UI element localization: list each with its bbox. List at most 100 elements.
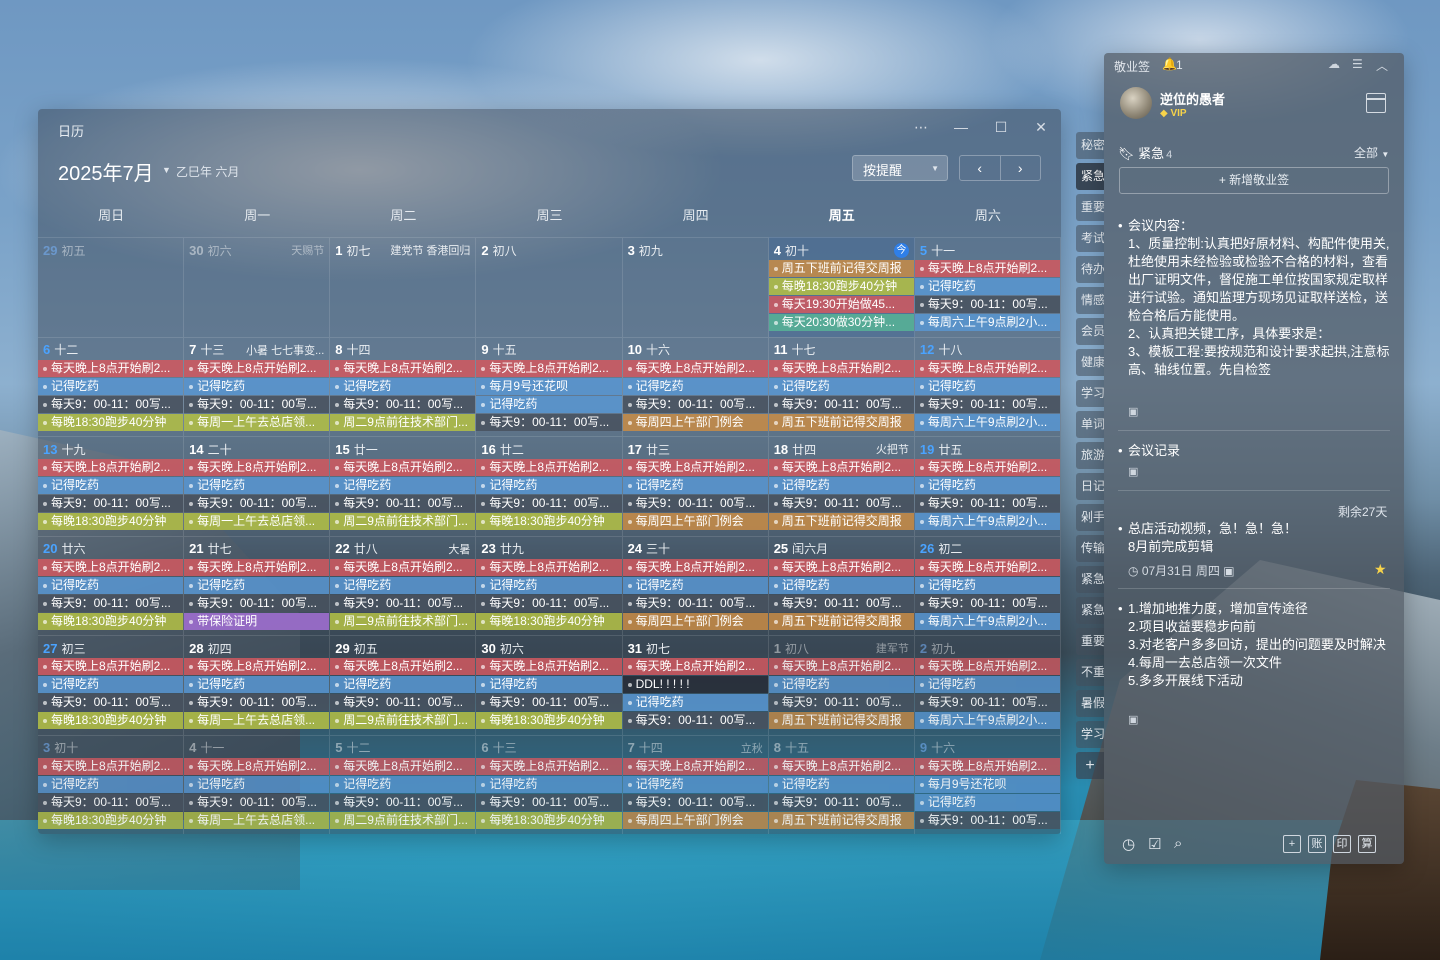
day-cell[interactable]: 1 初八 建军节 每天晚上8点开始刷2... 记得吃药 每天9：00-11：00写... 周… (768, 635, 915, 735)
view-mode-select[interactable]: 按提醒 ▼ (852, 155, 948, 181)
event-item[interactable]: 周五下班前记得交周报 (768, 811, 914, 829)
day-cell[interactable]: 19 廿五 每天晚上8点开始刷2... 记得吃药 每天9：00-11：00写... 每周六… (914, 436, 1061, 536)
next-month-button[interactable]: › (999, 156, 1041, 180)
event-item[interactable]: 每天晚上8点开始刷2... (38, 459, 184, 476)
event-item[interactable]: 每天9：00-11：00写... (622, 712, 768, 729)
event-item[interactable]: 每天晚上8点开始刷2... (184, 558, 330, 576)
event-item[interactable]: 每周六上午9点刷2小... (914, 413, 1060, 431)
event-item[interactable]: DDL! ! ! ! ! (622, 676, 768, 693)
event-item[interactable]: 每天9：00-11：00写... (330, 594, 476, 612)
event-item[interactable]: 记得吃药 (914, 793, 1060, 811)
event-item[interactable]: 每周四上午部门例会 (622, 513, 768, 530)
event-item[interactable]: 每天晚上8点开始刷2... (184, 757, 330, 775)
event-item[interactable]: 每天9：00-11：00写... (476, 495, 622, 512)
category-tab[interactable]: 剁手 (1076, 504, 1104, 531)
event-item[interactable]: 记得吃药 (184, 676, 330, 693)
event-item[interactable]: 记得吃药 (622, 576, 768, 594)
checklist-icon[interactable]: ☑ (1148, 835, 1161, 853)
event-item[interactable]: 每天晚上8点开始刷2... (184, 359, 330, 377)
event-item[interactable]: 每晚18:30跑步40分钟 (38, 513, 184, 530)
event-item[interactable]: 每月9号还花呗 (476, 377, 622, 395)
event-item[interactable]: 记得吃药 (476, 477, 622, 494)
event-item[interactable]: 每天9：00-11：00写... (622, 395, 768, 413)
day-cell[interactable]: 17 廿三 每天晚上8点开始刷2... 记得吃药 每天9：00-11：00写... 每周四… (622, 436, 769, 536)
event-item[interactable]: 每周一上午去总店领... (184, 413, 330, 431)
event-item[interactable]: 每天9：00-11：00写... (330, 395, 476, 413)
event-item[interactable]: 每周六上午9点刷2小... (914, 513, 1060, 530)
day-cell[interactable]: 6 十三 每天晚上8点开始刷2... 记得吃药 每天9：00-11：00写... 每晚18… (476, 734, 623, 834)
calendar-icon[interactable] (1366, 93, 1386, 113)
day-cell[interactable]: 22 廿八 大暑 每天晚上8点开始刷2... 记得吃药 每天9：00-11：00写... 周… (330, 535, 477, 635)
event-item[interactable]: 每天晚上8点开始刷2... (330, 558, 476, 576)
event-item[interactable]: 每天晚上8点开始刷2... (622, 558, 768, 576)
event-item[interactable]: 每天晚上8点开始刷2... (768, 359, 914, 377)
event-item[interactable]: 记得吃药 (38, 676, 184, 693)
event-item[interactable]: 每晚18:30跑步40分钟 (38, 413, 184, 431)
category-tab[interactable]: 传输 (1076, 535, 1104, 562)
event-item[interactable]: 每天晚上8点开始刷2... (768, 658, 914, 675)
event-item[interactable]: 周五下班前记得交周报 (768, 612, 914, 630)
event-item[interactable]: 每天晚上8点开始刷2... (476, 658, 622, 675)
event-item[interactable]: 每天19:30开始做45... (768, 296, 914, 313)
attachment-icon[interactable]: ▣ (1128, 713, 1138, 726)
event-item[interactable]: 每天9：00-11：00写... (184, 395, 330, 413)
event-item[interactable]: 每天晚上8点开始刷2... (476, 359, 622, 377)
event-item[interactable]: 带保险证明 (184, 612, 330, 630)
day-cell[interactable]: 9 十五 每天晚上8点开始刷2... 每月9号还花呗 记得吃药 每天9：00-11：00写… (476, 336, 623, 436)
day-cell[interactable]: 27 初三 每天晚上8点开始刷2... 记得吃药 每天9：00-11：00写... 每晚1… (38, 635, 185, 735)
event-item[interactable]: 每天晚上8点开始刷2... (330, 757, 476, 775)
event-item[interactable]: 每天9：00-11：00写... (330, 694, 476, 711)
note-item[interactable]: • 总店活动视频，急！急！急！ 8月前完成剪辑 (1118, 520, 1390, 556)
add-tab-button[interactable]: + (1076, 752, 1104, 779)
event-item[interactable]: 每天9：00-11：00写... (184, 495, 330, 512)
event-item[interactable]: 每天晚上8点开始刷2... (38, 757, 184, 775)
event-item[interactable]: 每天20:30做30分钟... (768, 314, 914, 331)
event-item[interactable]: 周二9点前往技术部门... (330, 413, 476, 431)
day-cell[interactable]: 30 初六 每天晚上8点开始刷2... 记得吃药 每天9：00-11：00写... 每晚1… (476, 635, 623, 735)
attachment-icon[interactable]: ▣ (1128, 465, 1138, 478)
event-item[interactable]: 每天晚上8点开始刷2... (914, 757, 1060, 775)
note-item[interactable]: • 1.增加地推力度，增加宣传途径 2.项目收益要稳步向前 3.对老客户多多回访… (1118, 600, 1390, 690)
event-item[interactable]: 每天晚上8点开始刷2... (476, 558, 622, 576)
event-item[interactable]: 每天晚上8点开始刷2... (38, 359, 184, 377)
event-item[interactable]: 每晚18:30跑步40分钟 (476, 513, 622, 530)
category-tab[interactable]: 情感 (1076, 287, 1104, 314)
prev-month-button[interactable]: ‹ (960, 156, 1000, 180)
event-item[interactable]: 记得吃药 (330, 775, 476, 793)
event-item[interactable]: 周二9点前往技术部门... (330, 811, 476, 829)
day-cell[interactable]: 11 十七 每天晚上8点开始刷2... 记得吃药 每天9：00-11：00写... 周五下… (768, 336, 915, 436)
search-icon[interactable]: ⌕ (1174, 835, 1182, 852)
day-cell[interactable]: 3 初十 每天晚上8点开始刷2... 记得吃药 每天9：00-11：00写... 每晚18… (38, 734, 185, 834)
event-item[interactable]: 记得吃药 (768, 477, 914, 494)
bell-icon[interactable]: 🔔 (1162, 57, 1177, 71)
event-item[interactable]: 每天晚上8点开始刷2... (184, 658, 330, 675)
event-item[interactable]: 每天9：00-11：00写... (768, 395, 914, 413)
day-cell[interactable]: 26 初二 每天晚上8点开始刷2... 记得吃药 每天9：00-11：00写... 每周六… (914, 535, 1061, 635)
note-item[interactable]: • 会议内容： 1、质量控制:认真把好原材料、构配件使用关,杜绝使用未经检验或检… (1118, 217, 1390, 399)
event-item[interactable]: 每天9：00-11：00写... (914, 694, 1060, 711)
event-item[interactable]: 每天晚上8点开始刷2... (330, 459, 476, 476)
event-item[interactable]: 周二9点前往技术部门... (330, 612, 476, 630)
event-item[interactable]: 每天9：00-11：00写... (38, 395, 184, 413)
event-item[interactable]: 每天9：00-11：00写... (768, 495, 914, 512)
day-cell[interactable]: 14 二十 每天晚上8点开始刷2... 记得吃药 每天9：00-11：00写... 每周一… (184, 436, 331, 536)
day-cell[interactable]: 29 初五 (38, 237, 185, 337)
new-note-button[interactable]: + 新增敬业签 (1119, 167, 1389, 194)
collapse-icon[interactable]: ︿ (1376, 57, 1388, 74)
event-item[interactable]: 每天晚上8点开始刷2... (184, 459, 330, 476)
event-item[interactable]: 记得吃药 (914, 676, 1060, 693)
ledger-icon[interactable]: 账 (1308, 835, 1326, 853)
event-item[interactable]: 记得吃药 (914, 477, 1060, 494)
event-item[interactable]: 每周六上午9点刷2小... (914, 314, 1060, 331)
event-item[interactable]: 每天晚上8点开始刷2... (914, 260, 1060, 277)
event-item[interactable]: 记得吃药 (476, 775, 622, 793)
day-cell[interactable]: 8 十四 每天晚上8点开始刷2... 记得吃药 每天9：00-11：00写... 周二9点… (330, 336, 477, 436)
category-tab[interactable]: 紧急 (1076, 163, 1104, 190)
event-item[interactable]: 每晚18:30跑步40分钟 (476, 612, 622, 630)
event-item[interactable]: 每天9：00-11：00写... (476, 594, 622, 612)
calculator-icon[interactable]: 算 (1358, 835, 1376, 853)
event-item[interactable]: 记得吃药 (768, 377, 914, 395)
day-cell[interactable]: 15 廿一 每天晚上8点开始刷2... 记得吃药 每天9：00-11：00写... 周二9… (330, 436, 477, 536)
event-item[interactable]: 记得吃药 (476, 395, 622, 413)
event-item[interactable]: 每晚18:30跑步40分钟 (476, 712, 622, 729)
